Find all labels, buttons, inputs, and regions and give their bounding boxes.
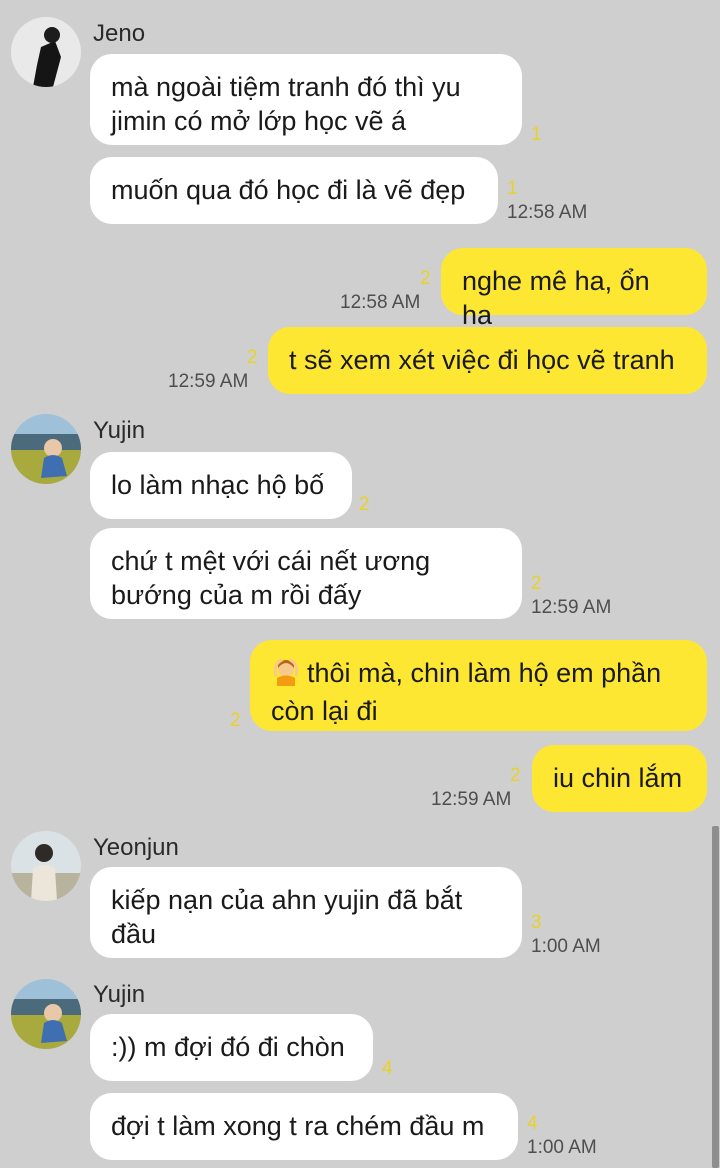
message-bubble[interactable]: iu chin lắm [532, 745, 707, 812]
unread-count: 2 [230, 710, 241, 731]
unread-count: 2 [510, 765, 521, 786]
message-bubble[interactable]: kiếp nạn của ahn yujin đã bắt đầu [90, 867, 522, 958]
unread-count: 2 [247, 347, 258, 368]
message-bubble[interactable]: đợi t làm xong t ra chém đầu m [90, 1093, 518, 1160]
avatar-yujin[interactable] [11, 979, 81, 1049]
unread-count: 2 [531, 573, 542, 594]
sender-name: Yujin [93, 981, 146, 1008]
message-bubble[interactable]: chứ t mệt với cái nết ương bướng của m r… [90, 528, 522, 619]
message-time: 12:59 AM [531, 597, 612, 618]
message-time: 12:58 AM [340, 292, 421, 313]
unread-count: 1 [531, 124, 542, 145]
unread-count: 2 [420, 268, 431, 289]
sender-name: Yujin [93, 417, 146, 444]
scrollbar[interactable] [712, 826, 719, 1168]
message-time: 12:58 AM [507, 202, 588, 223]
message-bubble[interactable]: t sẽ xem xét việc đi học vẽ tranh [268, 327, 707, 394]
unread-count: 2 [359, 494, 370, 515]
message-time: 12:59 AM [168, 371, 249, 392]
message-text: thôi mà, chin làm hộ em phần còn lại đi [271, 658, 662, 726]
message-bubble[interactable]: :)) m đợi đó đi chòn [90, 1014, 373, 1081]
woman-gesturing-ok-emoji [271, 656, 301, 694]
message-bubble[interactable]: thôi mà, chin làm hộ em phần còn lại đi [250, 640, 707, 731]
message-time: 12:59 AM [431, 789, 512, 810]
avatar-yujin[interactable] [11, 414, 81, 484]
unread-count: 4 [382, 1058, 393, 1079]
unread-count: 3 [531, 912, 542, 933]
message-time: 1:00 AM [527, 1137, 597, 1158]
avatar-yeonjun[interactable] [11, 831, 81, 901]
sender-name: Jeno [93, 20, 146, 47]
message-time: 1:00 AM [531, 936, 601, 957]
unread-count: 4 [527, 1113, 538, 1134]
sender-name: Yeonjun [93, 834, 179, 861]
message-bubble[interactable]: muốn qua đó học đi là vẽ đẹp [90, 157, 498, 224]
avatar-jeno[interactable] [11, 17, 81, 87]
unread-count: 1 [507, 178, 518, 199]
message-bubble[interactable]: nghe mê ha, ổn ha [441, 248, 707, 330]
message-bubble[interactable]: lo làm nhạc hộ bố [90, 452, 352, 519]
message-bubble[interactable]: mà ngoài tiệm tranh đó thì yu jimin có m… [90, 54, 522, 145]
